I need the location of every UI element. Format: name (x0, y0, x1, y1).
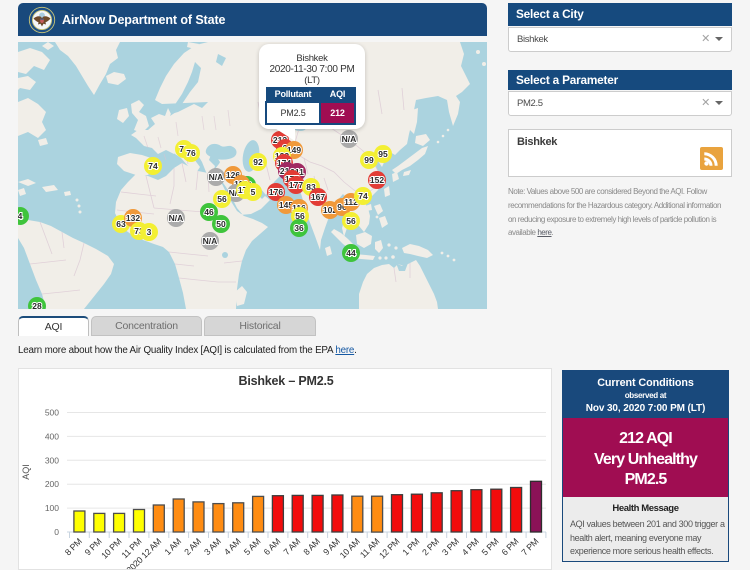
svg-text:56: 56 (217, 194, 227, 204)
svg-text:3 AM: 3 AM (202, 536, 223, 557)
svg-text:1 PM: 1 PM (400, 536, 421, 557)
svg-text:1 AM: 1 AM (162, 536, 183, 557)
svg-text:177: 177 (289, 180, 303, 190)
svg-text:AQI: AQI (21, 464, 31, 480)
svg-text:5 AM: 5 AM (242, 536, 263, 557)
svg-text:N/A: N/A (203, 236, 218, 246)
svg-text:46: 46 (204, 207, 214, 217)
svg-text:N/A: N/A (342, 134, 357, 144)
svg-text:500: 500 (45, 408, 59, 418)
svg-text:92: 92 (253, 157, 263, 167)
svg-text:3 PM: 3 PM (440, 536, 461, 557)
svg-text:8 AM: 8 AM (301, 536, 322, 557)
svg-text:12 PM: 12 PM (377, 536, 401, 560)
svg-text:56: 56 (346, 216, 356, 226)
svg-text:N/A: N/A (209, 172, 224, 182)
svg-text:152: 152 (370, 175, 384, 185)
svg-text:11 AM: 11 AM (358, 536, 382, 560)
svg-text:50: 50 (216, 219, 226, 229)
svg-text:95: 95 (378, 149, 388, 159)
svg-text:400: 400 (45, 431, 59, 441)
svg-text:4: 4 (18, 211, 23, 221)
svg-text:300: 300 (45, 455, 59, 465)
svg-text:74: 74 (148, 161, 158, 171)
svg-text:3: 3 (147, 227, 152, 237)
svg-text:36: 36 (294, 223, 304, 233)
svg-text:Bishkek – PM2.5: Bishkek – PM2.5 (239, 374, 334, 388)
svg-text:7 AM: 7 AM (282, 536, 303, 557)
svg-text:74: 74 (358, 191, 368, 201)
svg-text:176: 176 (269, 187, 283, 197)
svg-text:167: 167 (311, 192, 325, 202)
svg-text:6 AM: 6 AM (262, 536, 283, 557)
svg-text:76: 76 (186, 148, 196, 158)
svg-text:44: 44 (346, 248, 356, 258)
svg-text:0: 0 (54, 527, 59, 537)
svg-text:10 PM: 10 PM (99, 536, 123, 560)
svg-text:4 AM: 4 AM (222, 536, 243, 557)
svg-text:10 AM: 10 AM (338, 536, 362, 560)
svg-text:2 PM: 2 PM (420, 536, 441, 557)
svg-text:4 PM: 4 PM (460, 536, 481, 557)
svg-text:99: 99 (364, 155, 374, 165)
svg-text:5: 5 (251, 187, 256, 197)
svg-text:6 PM: 6 PM (499, 536, 520, 557)
svg-text:200: 200 (45, 479, 59, 489)
svg-text:100: 100 (45, 503, 59, 513)
svg-text:N/A: N/A (169, 213, 184, 223)
svg-text:8 PM: 8 PM (63, 536, 84, 557)
svg-text:2 AM: 2 AM (182, 536, 203, 557)
svg-text:5 PM: 5 PM (480, 536, 501, 557)
svg-text:132: 132 (126, 213, 140, 223)
svg-text:7 PM: 7 PM (519, 536, 540, 557)
svg-text:28: 28 (32, 301, 42, 309)
